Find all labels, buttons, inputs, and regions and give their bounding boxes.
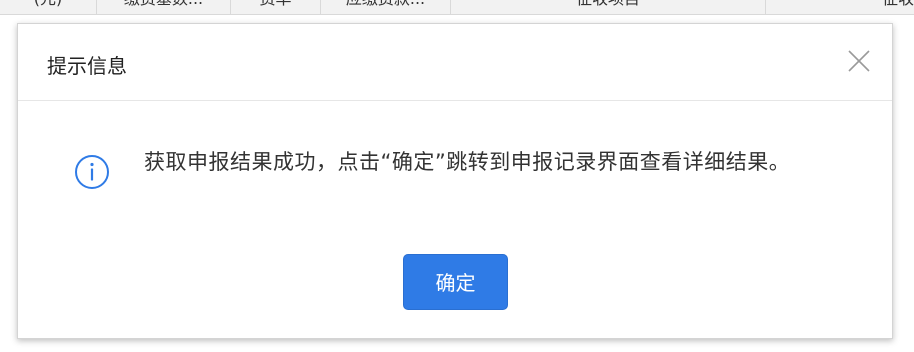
- table-header-cell: 征收项目: [451, 0, 766, 14]
- dialog-message-row: 获取申报结果成功，点击“确定”跳转到申报记录界面查看详细结果。: [74, 148, 864, 190]
- table-header-cell: (元): [0, 0, 97, 14]
- page: (元) 缴费基数... 费率 应缴费款... 征收项目 征收 提示信息 获取申报…: [0, 0, 914, 352]
- background-table-header: (元) 缴费基数... 费率 应缴费款... 征收项目 征收: [0, 0, 914, 15]
- dialog-title: 提示信息: [47, 54, 127, 78]
- table-header-cell: 费率: [231, 0, 321, 14]
- table-header-cell: 应缴费款...: [321, 0, 451, 14]
- table-header-cell: 缴费基数...: [97, 0, 231, 14]
- message-dialog: 提示信息 获取申报结果成功，点击“确定”跳转到申报记录界面查看详细结果。 确定: [17, 23, 893, 339]
- dialog-message: 获取申报结果成功，点击“确定”跳转到申报记录界面查看详细结果。: [144, 150, 791, 174]
- confirm-button[interactable]: 确定: [403, 254, 508, 310]
- table-header-cell: 征收: [766, 0, 914, 14]
- close-button[interactable]: [846, 48, 872, 74]
- close-icon: [848, 50, 870, 72]
- info-circle-icon: [75, 155, 109, 189]
- dialog-header: 提示信息: [18, 24, 892, 101]
